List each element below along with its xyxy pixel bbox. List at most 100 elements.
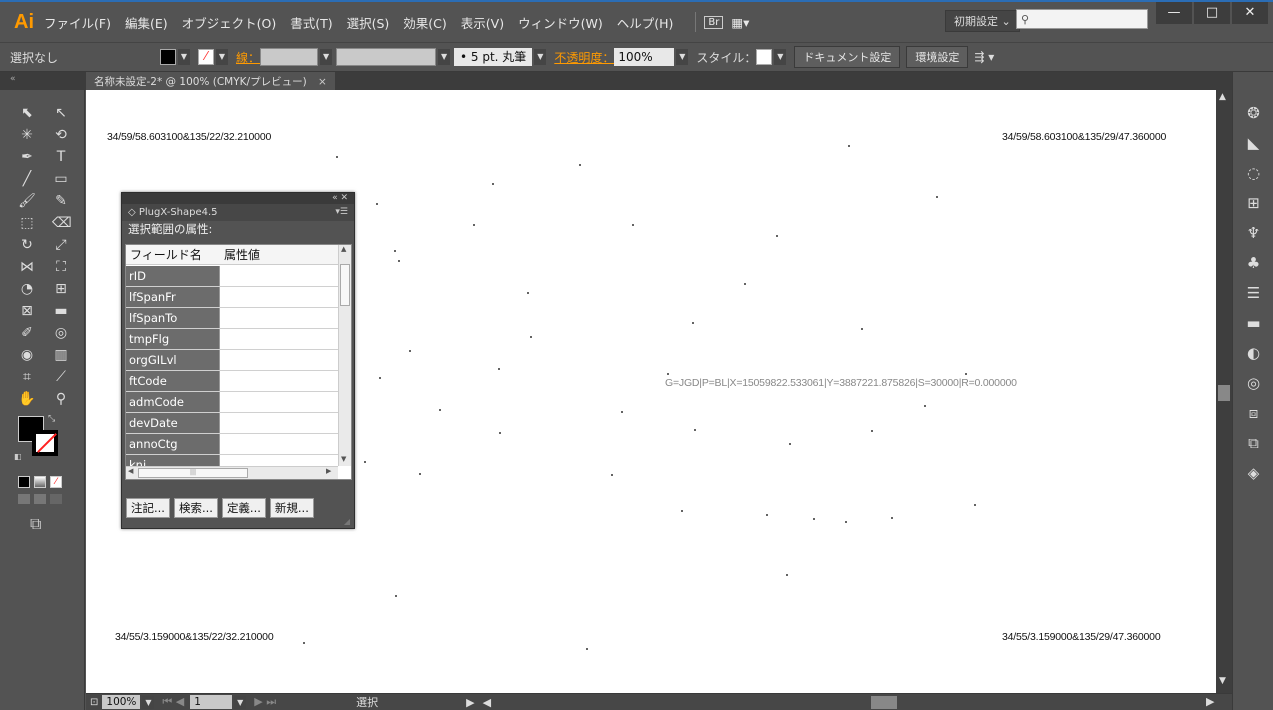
grid-vertical-scrollbar[interactable]: ▲ ▼ — [338, 245, 351, 466]
vertex-point[interactable] — [924, 405, 926, 407]
status-menu-icon[interactable]: ▶ — [466, 696, 474, 709]
vertex-point[interactable] — [398, 260, 400, 262]
vertex-point[interactable] — [871, 430, 873, 432]
vertex-point[interactable] — [861, 328, 863, 330]
vertex-point[interactable] — [632, 224, 634, 226]
swatches-icon[interactable]: ⊞ — [1233, 188, 1273, 218]
panel-menu-icon[interactable]: ▾☰ — [335, 204, 348, 221]
table-row[interactable]: lfSpanFr — [126, 287, 338, 308]
hand-tool-icon[interactable]: ✋ — [18, 390, 36, 408]
brush-dropdown[interactable]: ▼ — [534, 49, 547, 65]
default-colors-icon[interactable]: ◧ — [14, 452, 22, 461]
close-tab-icon[interactable]: × — [318, 76, 327, 88]
magic-wand-tool-icon[interactable]: ✳ — [18, 126, 36, 144]
vertex-point[interactable] — [744, 283, 746, 285]
swap-colors-icon[interactable]: ⤡ — [48, 414, 55, 424]
document-tab[interactable]: 名称未設定-2* @ 100% (CMYK/プレビュー) × — [86, 72, 335, 90]
opacity-label[interactable]: 不透明度： — [554, 49, 614, 66]
vertex-point[interactable] — [813, 518, 815, 520]
pencil-tool-icon[interactable]: ✎ — [52, 192, 70, 210]
opacity-dropdown[interactable]: ▼ — [676, 49, 689, 65]
vertex-point[interactable] — [379, 377, 381, 379]
vertical-scroll-thumb[interactable] — [1218, 385, 1230, 401]
annotate-button[interactable]: 注記... — [126, 498, 170, 518]
table-row[interactable]: ftCode — [126, 371, 338, 392]
blob-brush-tool-icon[interactable]: ⬚ — [18, 214, 36, 232]
menu-window[interactable]: ウィンドウ(W) — [518, 13, 603, 32]
vertex-point[interactable] — [891, 517, 893, 519]
vertex-point[interactable] — [530, 336, 532, 338]
value-cell[interactable] — [220, 308, 338, 328]
paintbrush-tool-icon[interactable]: 🖌 — [18, 192, 36, 210]
brush-field[interactable]: • 5 pt. 丸筆 — [454, 48, 533, 66]
grid-horizontal-scrollbar[interactable]: ◀ ||| ▶ — [126, 466, 338, 479]
menu-view[interactable]: 表示(V) — [461, 13, 504, 32]
vertex-point[interactable] — [848, 145, 850, 147]
pen-tool-icon[interactable]: ✒ — [18, 148, 36, 166]
mesh-tool-icon[interactable]: ⊠ — [18, 302, 36, 320]
zoom-tool-icon[interactable]: ⚲ — [52, 390, 70, 408]
shape-builder-tool-icon[interactable]: ◔ — [18, 280, 36, 298]
arrange-icon[interactable]: ⇶ ▾ — [974, 50, 994, 64]
stroke-panel-icon[interactable]: ☰ — [1233, 278, 1273, 308]
stroke-dropdown[interactable]: ▼ — [216, 49, 228, 65]
stroke-color-swatch[interactable] — [32, 430, 58, 456]
search-input[interactable]: ⚲ — [1016, 9, 1148, 29]
style-dropdown[interactable]: ▼ — [774, 49, 787, 65]
value-cell[interactable] — [220, 287, 338, 307]
scroll-down-icon[interactable]: ▼ — [1219, 676, 1226, 686]
menu-effect[interactable]: 効果(C) — [403, 13, 446, 32]
direct-selection-tool-icon[interactable]: ↖ — [52, 104, 70, 122]
symbols-icon[interactable]: ♣ — [1233, 248, 1273, 278]
next-artboard-icon[interactable]: ▶ ⏭ — [254, 695, 276, 709]
none-mode-icon[interactable]: ⁄ — [50, 476, 62, 488]
vertex-point[interactable] — [394, 250, 396, 252]
vertex-point[interactable] — [681, 510, 683, 512]
attribute-value-header[interactable]: 属性値 — [220, 245, 260, 264]
graphic-styles-icon[interactable]: ◎ — [1233, 368, 1273, 398]
stroke-swatch[interactable]: ⁄ — [198, 49, 214, 65]
vertex-point[interactable] — [936, 196, 938, 198]
artboards-icon[interactable]: ⧈ — [1233, 398, 1273, 428]
define-button[interactable]: 定義... — [221, 498, 266, 518]
stroke-weight-dropdown[interactable]: ▼ — [320, 49, 333, 65]
table-row[interactable]: admCode — [126, 392, 338, 413]
document-setup-button[interactable]: ドキュメント設定 — [794, 46, 901, 68]
fill-dropdown[interactable]: ▼ — [178, 49, 190, 65]
menu-select[interactable]: 選択(S) — [347, 13, 390, 32]
transform-icon[interactable]: ⧉ — [1233, 428, 1273, 458]
grid-scroll-right-icon[interactable]: ▶ — [326, 467, 331, 475]
vertex-point[interactable] — [776, 235, 778, 237]
line-tool-icon[interactable]: ╱ — [18, 170, 36, 188]
vertex-point[interactable] — [473, 224, 475, 226]
vertex-point[interactable] — [789, 443, 791, 445]
value-cell[interactable] — [220, 392, 338, 412]
draw-normal-icon[interactable] — [18, 494, 30, 504]
vertex-point[interactable] — [621, 411, 623, 413]
artboard-dropdown[interactable]: ▼ — [234, 695, 247, 709]
grid-scroll-down-icon[interactable]: ▼ — [341, 455, 346, 463]
artboard-number-field[interactable]: 1 — [190, 695, 233, 709]
gradient-mode-icon[interactable] — [34, 476, 46, 488]
brushes-icon[interactable]: ♆ — [1233, 218, 1273, 248]
maximize-button[interactable]: □ — [1194, 2, 1230, 24]
appearance-icon[interactable]: ◌ — [1233, 158, 1273, 188]
column-graph-tool-icon[interactable]: ▥ — [52, 346, 70, 364]
vertex-point[interactable] — [439, 409, 441, 411]
slice-tool-icon[interactable]: ⟋ — [52, 368, 70, 386]
transparency-icon[interactable]: ◐ — [1233, 338, 1273, 368]
vertex-point[interactable] — [527, 292, 529, 294]
color-mode-icon[interactable] — [18, 476, 30, 488]
value-cell[interactable] — [220, 266, 338, 286]
table-row[interactable]: orgGILvl — [126, 350, 338, 371]
type-tool-icon[interactable]: T — [52, 148, 70, 166]
bridge-button[interactable]: Br — [704, 15, 724, 29]
scroll-up-icon[interactable]: ▲ — [1219, 92, 1226, 102]
scroll-left-icon[interactable]: ◀ — [483, 696, 491, 709]
grid-vertical-thumb[interactable] — [340, 264, 350, 306]
selection-tool-icon[interactable]: ⬉ — [18, 104, 36, 122]
close-button[interactable]: ✕ — [1232, 2, 1268, 24]
first-artboard-icon[interactable]: ⏮ ◀ — [162, 695, 184, 709]
menu-type[interactable]: 書式(T) — [290, 13, 332, 32]
vertex-point[interactable] — [579, 164, 581, 166]
